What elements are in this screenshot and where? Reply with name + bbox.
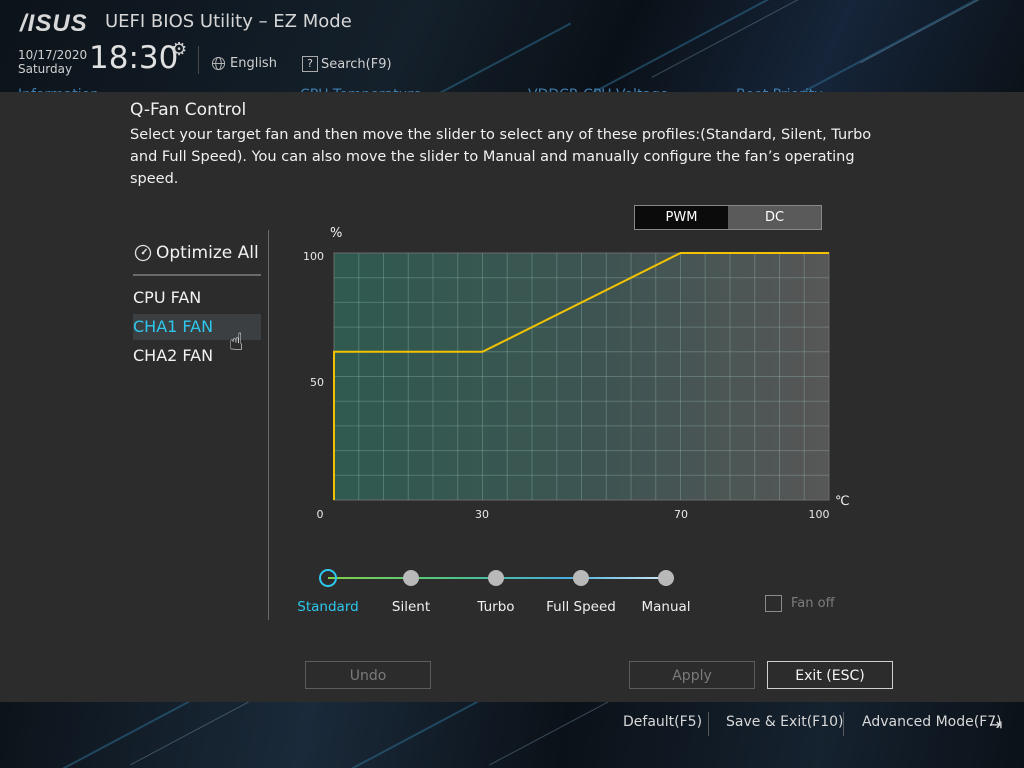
fan-off-label: Fan off	[791, 596, 835, 611]
advanced-mode-button[interactable]: Advanced Mode(F7)	[862, 714, 1002, 730]
optimize-all-label: Optimize All	[156, 243, 259, 263]
hand-cursor-icon: ☝	[229, 328, 244, 356]
slider-knob-turbo[interactable]	[488, 570, 504, 586]
slider-knob-standard[interactable]	[319, 569, 337, 587]
footer-background	[0, 702, 1024, 768]
slider-knob-manual[interactable]	[658, 570, 674, 586]
asus-logo: /ISUS	[20, 10, 88, 37]
profile-label-manual[interactable]: Manual	[641, 599, 690, 615]
search-button[interactable]: ? Search(F9)	[302, 56, 392, 72]
question-icon: ?	[302, 56, 318, 72]
x-tick-30: 30	[475, 508, 489, 521]
y-tick-100: 100	[303, 250, 324, 263]
footer-divider	[708, 712, 709, 736]
y-tick-50: 50	[310, 376, 324, 389]
profile-label-full-speed[interactable]: Full Speed	[546, 599, 616, 615]
app-title: UEFI BIOS Utility – EZ Mode	[105, 11, 352, 32]
checkbox-box[interactable]	[765, 595, 782, 612]
profile-slider[interactable]: Standard Silent Turbo Full Speed Manual	[296, 562, 706, 622]
profile-label-silent[interactable]: Silent	[392, 599, 430, 615]
sidebar-divider	[268, 230, 269, 620]
footer-divider	[843, 712, 844, 736]
slider-knob-silent[interactable]	[403, 570, 419, 586]
x-tick-70: 70	[674, 508, 688, 521]
exit-icon[interactable]: ⇥	[989, 715, 1002, 734]
header-divider	[198, 46, 199, 74]
time-display: 18:30	[89, 40, 179, 76]
y-unit-label: %	[330, 226, 342, 241]
fan-curve-chart[interactable]: % ℃ 100 50 0 30 70 100	[292, 223, 862, 523]
grid-lines	[334, 253, 829, 500]
x-tick-0: 0	[317, 508, 324, 521]
qfan-panel: Q-Fan Control Select your target fan and…	[0, 92, 1024, 702]
fan-item-cpu[interactable]: CPU FAN	[133, 285, 261, 311]
apply-button[interactable]: Apply	[629, 661, 755, 689]
undo-button[interactable]: Undo	[305, 661, 431, 689]
default-button[interactable]: Default(F5)	[623, 714, 702, 730]
optimize-all-button[interactable]: Optimize All	[134, 243, 259, 263]
globe-icon	[211, 56, 226, 71]
profile-label-turbo[interactable]: Turbo	[477, 599, 514, 615]
day-text: Saturday	[18, 62, 73, 76]
optimize-divider	[133, 274, 261, 276]
slider-knob-full-speed[interactable]	[573, 570, 589, 586]
save-exit-button[interactable]: Save & Exit(F10)	[726, 714, 843, 730]
x-tick-100: 100	[809, 508, 830, 521]
search-label: Search(F9)	[321, 56, 392, 72]
x-unit-label: ℃	[835, 494, 850, 509]
exit-button[interactable]: Exit (ESC)	[767, 661, 893, 689]
profile-label-standard[interactable]: Standard	[297, 599, 358, 615]
panel-title: Q-Fan Control	[130, 100, 247, 120]
panel-description: Select your target fan and then move the…	[130, 127, 872, 187]
date-text: 10/17/2020	[18, 48, 88, 62]
gauge-icon	[134, 244, 152, 262]
date-display: 10/17/2020 Saturday	[18, 48, 87, 76]
gear-icon[interactable]: ⚙	[171, 39, 187, 60]
language-selector[interactable]: English	[211, 56, 277, 71]
language-label: English	[230, 56, 277, 71]
fan-off-checkbox[interactable]: Fan off	[765, 595, 835, 612]
